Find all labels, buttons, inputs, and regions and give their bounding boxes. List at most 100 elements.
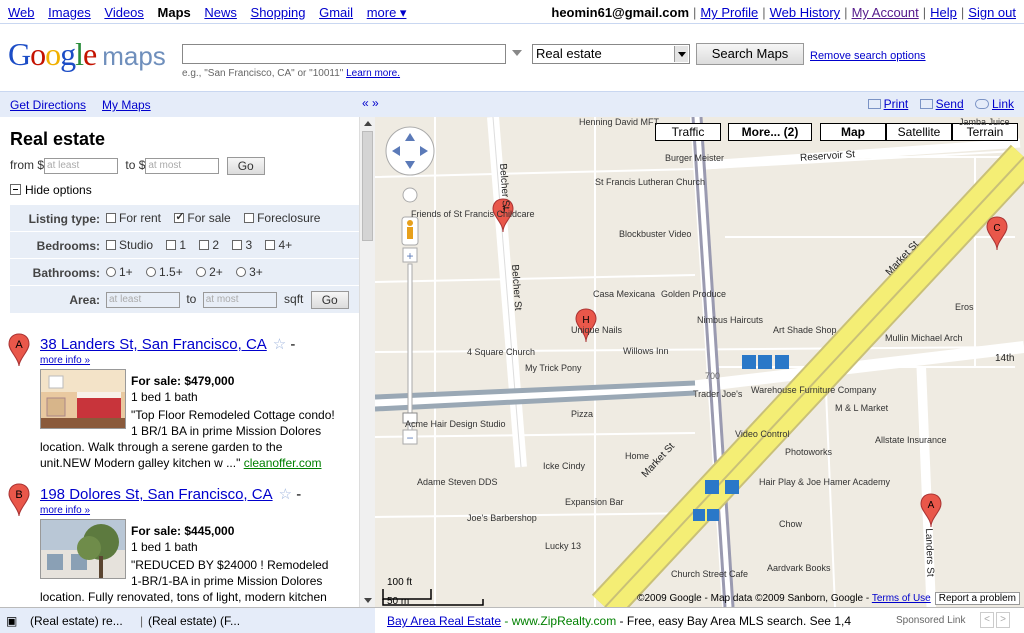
poi-label[interactable]: Icke Cindy [543, 461, 585, 471]
nav-gmail[interactable]: Gmail [319, 5, 353, 20]
poi-label[interactable]: Willows Inn [623, 346, 669, 356]
listing-photo[interactable] [40, 369, 126, 429]
bed-4plus-checkbox[interactable]: 4+ [265, 238, 292, 252]
poi-label[interactable]: Pizza [571, 409, 593, 419]
area-min-input[interactable]: at least [106, 292, 180, 308]
bed-3-checkbox[interactable]: 3 [232, 238, 252, 252]
poi-label[interactable]: Casa Mexicana [593, 289, 655, 299]
more-info-link[interactable]: more info » [40, 505, 90, 516]
map-view-button[interactable]: Map [820, 123, 886, 141]
bed-2-checkbox[interactable]: 2 [199, 238, 219, 252]
scroll-thumb[interactable] [362, 131, 373, 241]
bath-1-5plus-radio[interactable]: 1.5+ [146, 265, 183, 279]
poi-label[interactable]: Allstate Insurance [875, 435, 947, 445]
link-action[interactable]: Link [974, 97, 1014, 111]
for-rent-checkbox[interactable]: For rent [106, 211, 161, 225]
for-sale-checkbox[interactable]: For sale [174, 210, 231, 225]
poi-label[interactable]: Mullin Michael Arch [885, 333, 963, 343]
nav-videos[interactable]: Videos [104, 5, 144, 20]
poi-label[interactable]: M & L Market [835, 403, 888, 413]
ad-link[interactable]: Bay Area Real Estate [387, 614, 501, 628]
learn-more-link[interactable]: Learn more. [346, 68, 400, 79]
collapse-sidebar-icon[interactable]: « » [362, 96, 379, 110]
poi-label[interactable]: Golden Produce [661, 289, 726, 299]
area-max-input[interactable]: at most [202, 292, 277, 308]
poi-label[interactable]: Jamba Juice [959, 117, 1010, 127]
price-go-button[interactable]: Go [226, 157, 265, 175]
poi-label[interactable]: Nimbus Haircuts [697, 315, 763, 325]
get-directions-link[interactable]: Get Directions [10, 98, 86, 112]
area-go-button[interactable]: Go [310, 291, 349, 309]
nav-shopping[interactable]: Shopping [251, 5, 306, 20]
send-action[interactable]: Send [919, 97, 964, 111]
foreclosure-checkbox[interactable]: Foreclosure [244, 211, 320, 225]
poi-label[interactable]: St Francis Lutheran Church [595, 177, 705, 187]
poi-label[interactable]: Lucky 13 [545, 541, 581, 551]
poi-label[interactable]: Friends of St Francis Childcare [411, 209, 535, 219]
poi-label[interactable]: Trader Joe's [693, 389, 742, 399]
poi-label[interactable]: Church Street Cafe [671, 569, 748, 579]
task-item[interactable]: (Real estate) re... [30, 614, 123, 628]
sign-out-link[interactable]: Sign out [968, 5, 1016, 20]
star-icon[interactable]: ☆ [273, 336, 286, 353]
bed-1-checkbox[interactable]: 1 [166, 238, 186, 252]
help-link[interactable]: Help [930, 5, 957, 20]
remove-search-options-link[interactable]: Remove search options [810, 50, 926, 62]
poi-label[interactable]: Video Control [735, 429, 789, 439]
hide-options-toggle[interactable]: Hide options [10, 183, 92, 197]
poi-label[interactable]: Joe's Barbershop [467, 513, 537, 523]
print-action[interactable]: Print [867, 97, 908, 111]
poi-label[interactable]: Unique Nails [571, 325, 622, 335]
poi-label[interactable]: Aardvark Books [767, 563, 831, 573]
task-item[interactable]: (Real estate) (F... [148, 614, 240, 628]
more-info-link[interactable]: more info » [40, 355, 90, 366]
search-input[interactable] [182, 44, 506, 64]
listing-source-link[interactable]: cleanoffer.com [244, 456, 322, 470]
map-marker-icon[interactable]: A [8, 333, 30, 367]
poi-label[interactable]: Chow [779, 519, 802, 529]
bath-1plus-radio[interactable]: 1+ [106, 265, 133, 279]
nav-news[interactable]: News [204, 5, 237, 20]
nav-images[interactable]: Images [48, 5, 91, 20]
terms-of-use-link[interactable]: Terms of Use [872, 593, 931, 604]
poi-label[interactable]: Henning David MFT [579, 117, 659, 127]
search-maps-button[interactable]: Search Maps [696, 43, 804, 65]
my-maps-link[interactable]: My Maps [102, 98, 151, 112]
poi-label[interactable]: Art Shade Shop [773, 325, 837, 335]
poi-label[interactable]: Adame Steven DDS [417, 477, 498, 487]
result-title-link[interactable]: 198 Dolores St, San Francisco, CA [40, 486, 273, 503]
sidebar-scrollbar[interactable] [359, 117, 375, 607]
bath-2plus-radio[interactable]: 2+ [196, 265, 223, 279]
more-layers-button[interactable]: More... (2) [728, 123, 812, 141]
price-max-input[interactable]: at most [145, 158, 220, 174]
nav-web[interactable]: Web [8, 5, 35, 20]
ad-prev-button[interactable]: < [980, 612, 994, 628]
my-profile-link[interactable]: My Profile [700, 5, 758, 20]
star-icon[interactable]: ☆ [279, 486, 292, 503]
poi-label[interactable]: Expansion Bar [565, 497, 624, 507]
search-history-arrow-icon[interactable] [512, 50, 522, 56]
poi-label[interactable]: Acme Hair Design Studio [405, 419, 506, 429]
poi-label[interactable]: Eros [955, 302, 974, 312]
poi-label[interactable]: My Trick Pony [525, 363, 582, 373]
result-title-link[interactable]: 38 Landers St, San Francisco, CA [40, 336, 267, 353]
my-account-link[interactable]: My Account [852, 5, 919, 20]
web-history-link[interactable]: Web History [770, 5, 841, 20]
listing-photo[interactable] [40, 519, 126, 579]
poi-label[interactable]: Warehouse Furniture Company [751, 385, 876, 395]
scroll-up-arrow-icon[interactable] [364, 121, 372, 126]
map-canvas[interactable]: J H C A + − 100 ft 50 m 700 Traffic More… [375, 117, 1024, 607]
poi-label[interactable]: Hair Play & Joe Hamer Academy [759, 477, 890, 487]
bed-studio-checkbox[interactable]: Studio [106, 238, 153, 252]
poi-label[interactable]: Burger Meister [665, 153, 724, 163]
map-marker-icon[interactable]: B [8, 483, 30, 517]
satellite-view-button[interactable]: Satellite [886, 123, 952, 141]
bath-3plus-radio[interactable]: 3+ [236, 265, 263, 279]
poi-label[interactable]: Photoworks [785, 447, 832, 457]
category-select[interactable]: Real estate [532, 44, 690, 64]
traffic-button[interactable]: Traffic [655, 123, 721, 141]
report-problem-button[interactable]: Report a problem [934, 592, 1020, 605]
scroll-down-arrow-icon[interactable] [364, 598, 372, 603]
poi-label[interactable]: Home [625, 451, 649, 461]
poi-label[interactable]: Blockbuster Video [619, 229, 691, 239]
